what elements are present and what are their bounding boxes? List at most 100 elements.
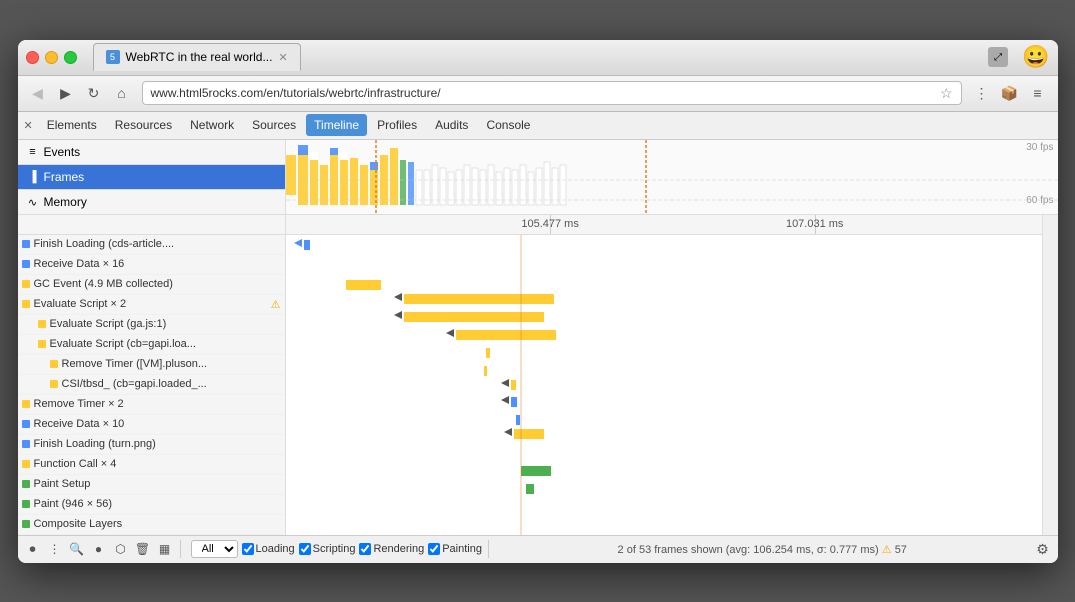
status-bar: ⏺ ⋮ 🔍 ● ⬡ 🗑 ▦ All Loading Scripting (18, 535, 1058, 563)
painting-checkbox[interactable] (428, 543, 440, 555)
address-bar[interactable]: www.html5rocks.com/en/tutorials/webrtc/i… (142, 81, 962, 105)
rendering-checkbox[interactable] (359, 543, 371, 555)
url-domain: www.html5rocks.com (151, 86, 264, 100)
menu-item-resources[interactable]: Resources (107, 114, 180, 136)
timestamp-label-2: 107.031 ms (786, 218, 843, 230)
event-label-12: Paint Setup (34, 478, 281, 490)
stop-icon[interactable]: ⬡ (112, 540, 130, 558)
menu-item-profiles[interactable]: Profiles (369, 114, 425, 136)
devtools-content: Finish Loading (cds-article.... Receive … (18, 215, 1058, 535)
tab-bar: 5 WebRTC in the real world... ✕ (93, 43, 981, 71)
event-row-12[interactable]: Paint Setup (18, 475, 285, 495)
event-color-0 (22, 240, 30, 248)
event-row-14[interactable]: Composite Layers (18, 515, 285, 535)
event-row-4[interactable]: Evaluate Script (ga.js:1) (18, 315, 285, 335)
event-color-4 (38, 320, 46, 328)
dot-icon[interactable]: ● (90, 540, 108, 558)
title-bar: 5 WebRTC in the real world... ✕ ⤢ 😀 (18, 40, 1058, 76)
menu-item-network[interactable]: Network (182, 114, 242, 136)
traffic-lights (26, 51, 77, 64)
event-list[interactable]: Finish Loading (cds-article.... Receive … (18, 235, 285, 535)
sidebar-events[interactable]: ≡ Events (18, 140, 285, 165)
timeline-bars-svg (286, 235, 1042, 535)
event-row-1[interactable]: Receive Data × 16 (18, 255, 285, 275)
bookmark-icon[interactable]: ☆ (940, 85, 953, 102)
back-button[interactable]: ◀ (26, 81, 50, 105)
expand-button[interactable]: ⤢ (988, 47, 1008, 67)
event-row-11[interactable]: Function Call × 4 (18, 455, 285, 475)
scrollbar[interactable] (1042, 215, 1058, 535)
event-row-8[interactable]: Remove Timer × 2 (18, 395, 285, 415)
record-button[interactable]: ⏺ (24, 540, 42, 558)
home-button[interactable]: ⌂ (110, 81, 134, 105)
browser-tab[interactable]: 5 WebRTC in the real world... ✕ (93, 43, 301, 71)
maximize-button[interactable] (64, 51, 77, 64)
address-text: www.html5rocks.com/en/tutorials/webrtc/i… (151, 86, 940, 100)
menu-item-elements[interactable]: Elements (39, 114, 105, 136)
menu-item-sources[interactable]: Sources (244, 114, 304, 136)
timeline-panel[interactable]: 105.477 ms 107.031 ms (286, 215, 1042, 535)
emoji-icon: 😀 (1022, 44, 1049, 70)
loading-checkbox[interactable] (242, 543, 254, 555)
event-row-10[interactable]: Finish Loading (turn.png) (18, 435, 285, 455)
menu-icon[interactable]: ⋮ (970, 81, 994, 105)
event-color-3 (22, 300, 30, 308)
frames-count: 57 (895, 544, 907, 556)
extensions-icon[interactable]: 📦 (998, 81, 1022, 105)
menu-item-audits[interactable]: Audits (427, 114, 476, 136)
event-label-11: Function Call × 4 (34, 458, 281, 470)
devtools-close-button[interactable]: ✕ (24, 119, 33, 132)
scripting-checkbox[interactable] (299, 543, 311, 555)
chart-left-panel: ≡ Events ▐ Frames ∿ Memory (18, 140, 286, 214)
filter-scripting[interactable]: Scripting (299, 543, 356, 555)
menu-item-timeline[interactable]: Timeline (306, 114, 367, 136)
reload-button[interactable]: ↻ (82, 81, 106, 105)
event-label-5: Evaluate Script (cb=gapi.loa... (50, 338, 281, 350)
status-sep-1 (180, 540, 181, 558)
forward-button[interactable]: ▶ (54, 81, 78, 105)
devtools-menubar: ✕ Elements Resources Network Sources Tim… (18, 112, 1058, 140)
close-button[interactable] (26, 51, 39, 64)
tab-favicon: 5 (106, 50, 120, 64)
status-sep-2 (488, 540, 489, 558)
event-row-9[interactable]: Receive Data × 10 (18, 415, 285, 435)
warning-icon-3: ⚠ (271, 298, 281, 311)
minimize-button[interactable] (45, 51, 58, 64)
event-color-2 (22, 280, 30, 288)
memory-label: Memory (44, 195, 87, 209)
event-row-2[interactable]: GC Event (4.9 MB collected) (18, 275, 285, 295)
event-row-13[interactable]: Paint (946 × 56) (18, 495, 285, 515)
event-color-5 (38, 340, 46, 348)
event-color-14 (22, 520, 30, 528)
rendering-label: Rendering (373, 543, 424, 555)
timestamp-label-1: 105.477 ms (521, 218, 578, 230)
event-row-6[interactable]: Remove Timer ([VM].pluson... (18, 355, 285, 375)
event-row-5[interactable]: Evaluate Script (cb=gapi.loa... (18, 335, 285, 355)
tab-close-button[interactable]: ✕ (278, 51, 287, 64)
tab-title: WebRTC in the real world... (126, 50, 273, 64)
event-row-0[interactable]: Finish Loading (cds-article.... (18, 235, 285, 255)
filter-dropdown[interactable]: All (191, 540, 238, 558)
filter-painting[interactable]: Painting (428, 543, 482, 555)
clear-button[interactable]: ⋮ (46, 540, 64, 558)
timeline-rows-container (286, 235, 1042, 535)
event-row-3[interactable]: Evaluate Script × 2 ⚠ (18, 295, 285, 315)
menu-item-console[interactable]: Console (478, 114, 538, 136)
event-color-11 (22, 460, 30, 468)
sidebar-frames[interactable]: ▐ Frames (18, 165, 285, 190)
search-button[interactable]: 🔍 (68, 540, 86, 558)
gear-button[interactable]: ⚙ (1034, 540, 1052, 558)
frames-info-text: 2 of 53 frames shown (avg: 106.254 ms, σ… (618, 544, 879, 556)
filter-rendering[interactable]: Rendering (359, 543, 424, 555)
sidebar-memory[interactable]: ∿ Memory (18, 190, 285, 215)
event-row-7[interactable]: CSI/tbsd_ (cb=gapi.loaded_... (18, 375, 285, 395)
browser-menu-icon[interactable]: ≡ (1026, 81, 1050, 105)
filter-loading[interactable]: Loading (242, 543, 295, 555)
event-label-4: Evaluate Script (ga.js:1) (50, 318, 281, 330)
frames-icon: ▐ (26, 170, 40, 184)
event-label-6: Remove Timer ([VM].pluson... (62, 358, 281, 370)
timeline-chart: ≡ Events ▐ Frames ∿ Memory 30 fps 60 fps (18, 140, 1058, 215)
delete-icon[interactable]: 🗑 (134, 540, 152, 558)
event-color-6 (50, 360, 58, 368)
select-icon[interactable]: ▦ (156, 540, 174, 558)
